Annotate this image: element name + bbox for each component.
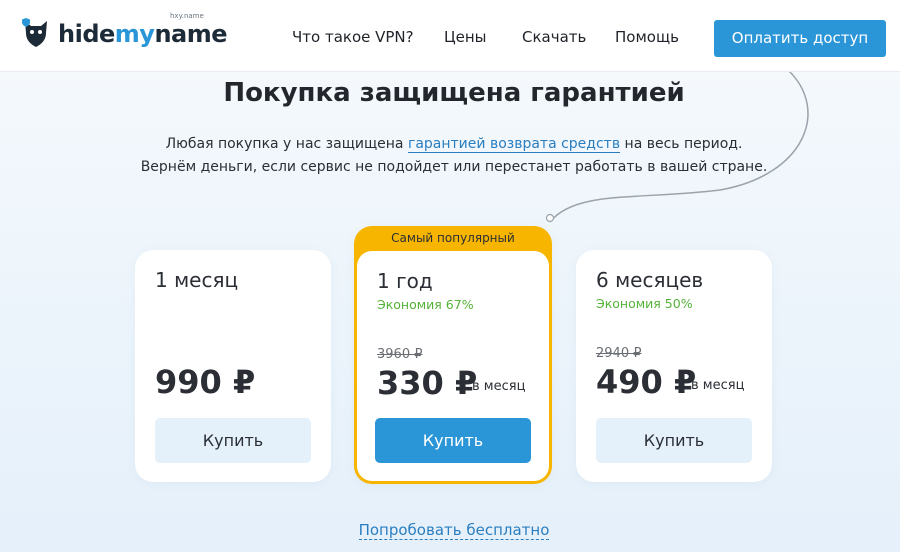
plan-price: 990 ₽ <box>155 363 256 401</box>
guarantee-description: Любая покупка у нас защищена гарантией в… <box>0 133 900 179</box>
refund-guarantee-link[interactable]: гарантией возврата средств <box>407 136 621 153</box>
plan-name: 1 год <box>377 269 433 293</box>
desc-line2: Вернём деньги, если сервис не подойдет и… <box>140 159 768 175</box>
plan-old-price: 2940 ₽ <box>596 346 642 361</box>
plan-card-1-year: Самый популярный 1 год Экономия 67% 3960… <box>354 226 552 484</box>
plan-saving: Экономия 67% <box>377 297 474 312</box>
desc-line1-suffix: на весь период. <box>620 136 743 152</box>
plan-price: 330 ₽ <box>377 364 478 402</box>
desc-line1-prefix: Любая покупка у нас защищена <box>165 136 408 152</box>
nav-what-is-vpn[interactable]: Что такое VPN? <box>292 28 414 46</box>
nav-prices[interactable]: Цены <box>444 28 487 46</box>
plan-card-inner: 1 год Экономия 67% 3960 ₽ 330 ₽ в месяц … <box>357 251 549 481</box>
plan-card-6-months: 6 месяцев Экономия 50% 2940 ₽ 490 ₽ в ме… <box>576 250 772 482</box>
trial-section: Попробовать бесплатно <box>0 521 900 540</box>
page-title: Покупка защищена гарантией <box>223 78 685 108</box>
plan-per-month: в месяц <box>691 378 745 393</box>
nav-help[interactable]: Помощь <box>615 28 679 46</box>
try-free-link[interactable]: Попробовать бесплатно <box>358 521 550 540</box>
header: hidemyname hxy.name Что такое VPN? Цены … <box>0 0 900 72</box>
plan-name: 1 месяц <box>155 268 239 292</box>
popular-badge: Самый популярный <box>391 231 515 245</box>
plan-name: 6 месяцев <box>596 268 704 292</box>
buy-button-1-year[interactable]: Купить <box>375 418 531 463</box>
nav-download[interactable]: Скачать <box>522 28 586 46</box>
shield-icon <box>22 18 30 27</box>
logo-text: hidemyname <box>58 20 228 48</box>
plan-per-month: в месяц <box>472 379 526 394</box>
plan-price: 490 ₽ <box>596 363 697 401</box>
buy-button-6-months[interactable]: Купить <box>596 418 752 463</box>
buy-button-1-month[interactable]: Купить <box>155 418 311 463</box>
plan-card-1-month: 1 месяц 990 ₽ Купить <box>135 250 331 482</box>
plan-old-price: 3960 ₽ <box>377 347 423 362</box>
plan-saving: Экономия 50% <box>596 296 693 311</box>
logo-domain: hxy.name <box>170 12 204 20</box>
pay-access-button[interactable]: Оплатить доступ <box>714 20 886 57</box>
